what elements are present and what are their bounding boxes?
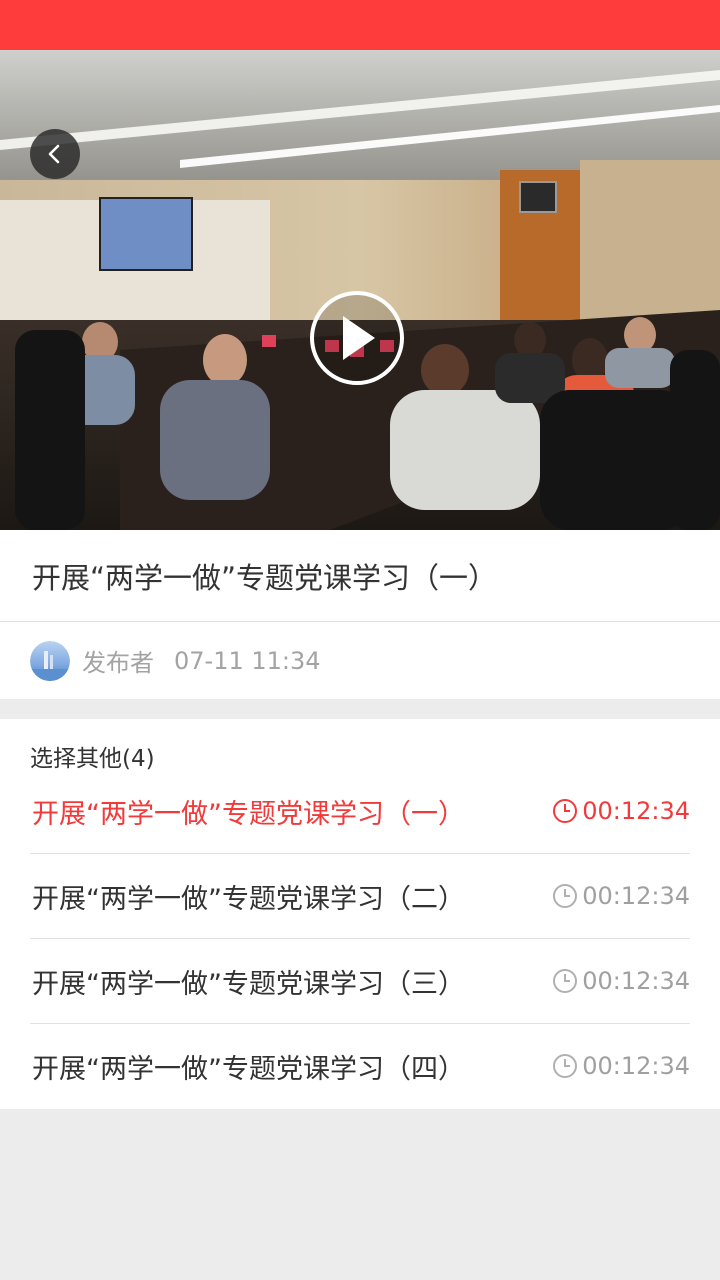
duration-text: 00:12:34	[582, 797, 690, 825]
playlist: 选择其他(4) 开展“两学一做”专题党课学习（一） 00:12:34 开展“两学…	[0, 719, 720, 1109]
video-thumbnail	[0, 50, 720, 530]
playlist-item-duration: 00:12:34	[552, 797, 690, 825]
clock-icon	[553, 884, 578, 908]
playlist-item[interactable]: 开展“两学一做”专题党课学习（四） 00:12:34	[30, 1024, 690, 1108]
play-button[interactable]	[310, 291, 404, 385]
playlist-header: 选择其他(4)	[30, 746, 155, 772]
section-divider	[0, 699, 720, 719]
playlist-item-title: 开展“两学一做”专题党课学习（一）	[32, 798, 465, 830]
publish-time: 07-11 11:34	[174, 646, 321, 675]
video-player[interactable]	[0, 50, 720, 530]
duration-text: 00:12:34	[582, 1052, 690, 1080]
playlist-item[interactable]: 开展“两学一做”专题党课学习（三） 00:12:34	[30, 939, 690, 1024]
clock-icon	[553, 969, 578, 993]
playlist-item-title: 开展“两学一做”专题党课学习（二）	[32, 883, 465, 915]
publisher-name: 发布者	[82, 649, 154, 677]
playlist-item-title: 开展“两学一做”专题党课学习（三）	[32, 968, 465, 1000]
status-bar	[0, 0, 720, 50]
playlist-item[interactable]: 开展“两学一做”专题党课学习（二） 00:12:34	[30, 854, 690, 939]
article-title-block: 开展“两学一做”专题党课学习（一）	[0, 530, 720, 622]
clock-icon	[553, 1054, 578, 1078]
back-button[interactable]	[30, 129, 80, 179]
duration-text: 00:12:34	[582, 967, 690, 995]
playlist-item-duration: 00:12:34	[552, 882, 690, 910]
playlist-item[interactable]: 开展“两学一做”专题党课学习（一） 00:12:34	[30, 769, 690, 854]
article-title: 开展“两学一做”专题党课学习（一）	[32, 560, 498, 595]
chevron-left-icon	[48, 144, 60, 164]
avatar[interactable]	[30, 640, 70, 681]
playlist-item-duration: 00:12:34	[552, 1052, 690, 1080]
duration-text: 00:12:34	[582, 882, 690, 910]
playlist-item-title: 开展“两学一做”专题党课学习（四）	[32, 1053, 465, 1085]
playlist-item-duration: 00:12:34	[552, 967, 690, 995]
clock-icon	[553, 799, 578, 823]
play-icon	[343, 316, 375, 360]
article-meta: 发布者 07-11 11:34	[0, 622, 720, 699]
